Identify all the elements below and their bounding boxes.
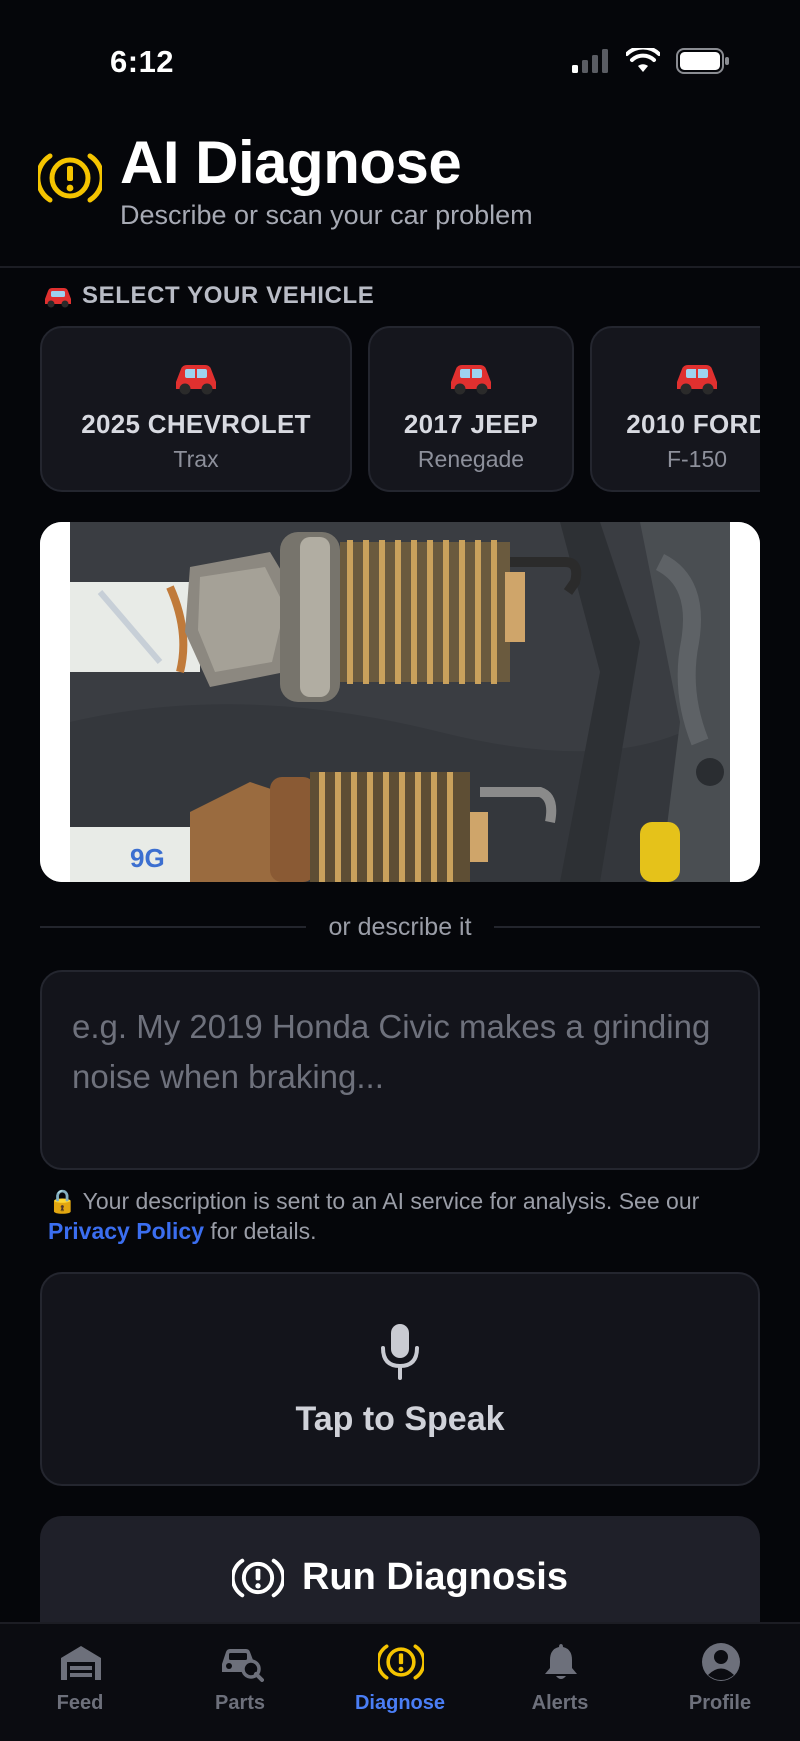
vehicle-card[interactable]: 2025 CHEVROLET Trax	[40, 326, 352, 492]
vehicle-carousel[interactable]: 2025 CHEVROLET Trax 2017 JEEP Renegade 2…	[40, 326, 760, 492]
car-icon	[176, 365, 216, 395]
description-box[interactable]	[40, 970, 760, 1170]
or-divider: or describe it	[40, 912, 760, 942]
vehicle-make: 2010 FORD	[626, 409, 760, 439]
garage-icon	[61, 1646, 101, 1680]
status-time: 6:12	[110, 44, 175, 79]
privacy-text: Your description is sent to an AI servic…	[82, 1188, 700, 1214]
vehicle-model: Renegade	[417, 446, 525, 472]
battery-icon	[676, 48, 729, 74]
check-engine-warning-icon	[38, 153, 102, 203]
divider-line	[40, 926, 307, 928]
tap-to-speak-label: Tap to Speak	[295, 1400, 505, 1438]
check-engine-warning-icon	[231, 1558, 284, 1598]
tab-diagnose[interactable]: Diagnose	[340, 1634, 460, 1724]
description-input[interactable]	[72, 1002, 728, 1138]
privacy-notice: 🔒 Your description is sent to an AI serv…	[48, 1186, 768, 1246]
tab-label: Profile	[688, 1692, 752, 1714]
profile-icon	[702, 1643, 740, 1681]
vehicle-model: F-150	[666, 446, 728, 472]
page-title: AI Diagnose	[120, 129, 462, 196]
privacy-text-after: for details.	[210, 1218, 317, 1244]
vehicle-card[interactable]: 2017 JEEP Renegade	[368, 326, 574, 492]
vehicle-card[interactable]: 2010 FORD F-150	[590, 326, 760, 492]
lock-icon: 🔒	[48, 1188, 77, 1214]
tab-label: Feed	[56, 1692, 104, 1714]
vehicle-section-label: SELECT YOUR VEHICLE	[42, 282, 374, 310]
car-search-icon	[222, 1649, 264, 1682]
uploaded-photo[interactable]: 9G	[40, 522, 760, 882]
tab-parts[interactable]: Parts	[180, 1634, 300, 1724]
page-subtitle: Describe or scan your car problem	[120, 200, 533, 230]
svg-text:9G: 9G	[130, 843, 165, 873]
wifi-icon	[626, 48, 660, 72]
privacy-policy-link[interactable]: Privacy Policy	[48, 1218, 204, 1244]
vehicle-section-label-text: SELECT YOUR VEHICLE	[82, 282, 375, 309]
car-icon	[451, 365, 491, 395]
tab-profile[interactable]: Profile	[660, 1634, 780, 1724]
check-engine-warning-icon	[378, 1644, 424, 1680]
page-header: AI Diagnose Describe or scan your car pr…	[0, 120, 800, 268]
vehicle-make: 2025 CHEVROLET	[81, 409, 311, 439]
tab-bar: Feed Parts Diagnose Alerts Profile	[0, 1622, 800, 1741]
divider-text: or describe it	[328, 912, 472, 941]
tab-label: Diagnose	[354, 1692, 446, 1714]
vehicle-make: 2017 JEEP	[403, 409, 539, 439]
tab-label: Parts	[214, 1692, 266, 1714]
microphone-icon	[381, 1324, 419, 1380]
divider-line	[493, 926, 760, 928]
car-icon	[45, 288, 71, 308]
vehicle-model: Trax	[173, 446, 219, 472]
tab-feed[interactable]: Feed	[20, 1634, 140, 1724]
tab-label: Alerts	[531, 1692, 589, 1714]
spark-plugs-photo: 9G	[40, 522, 760, 882]
tab-alerts[interactable]: Alerts	[500, 1634, 620, 1724]
status-icons	[572, 48, 730, 74]
tap-to-speak-button[interactable]: Tap to Speak	[40, 1272, 760, 1486]
car-icon	[677, 365, 717, 395]
status-bar: 6:12	[0, 0, 800, 120]
cellular-signal-icon	[572, 49, 608, 73]
bell-icon	[545, 1644, 577, 1679]
